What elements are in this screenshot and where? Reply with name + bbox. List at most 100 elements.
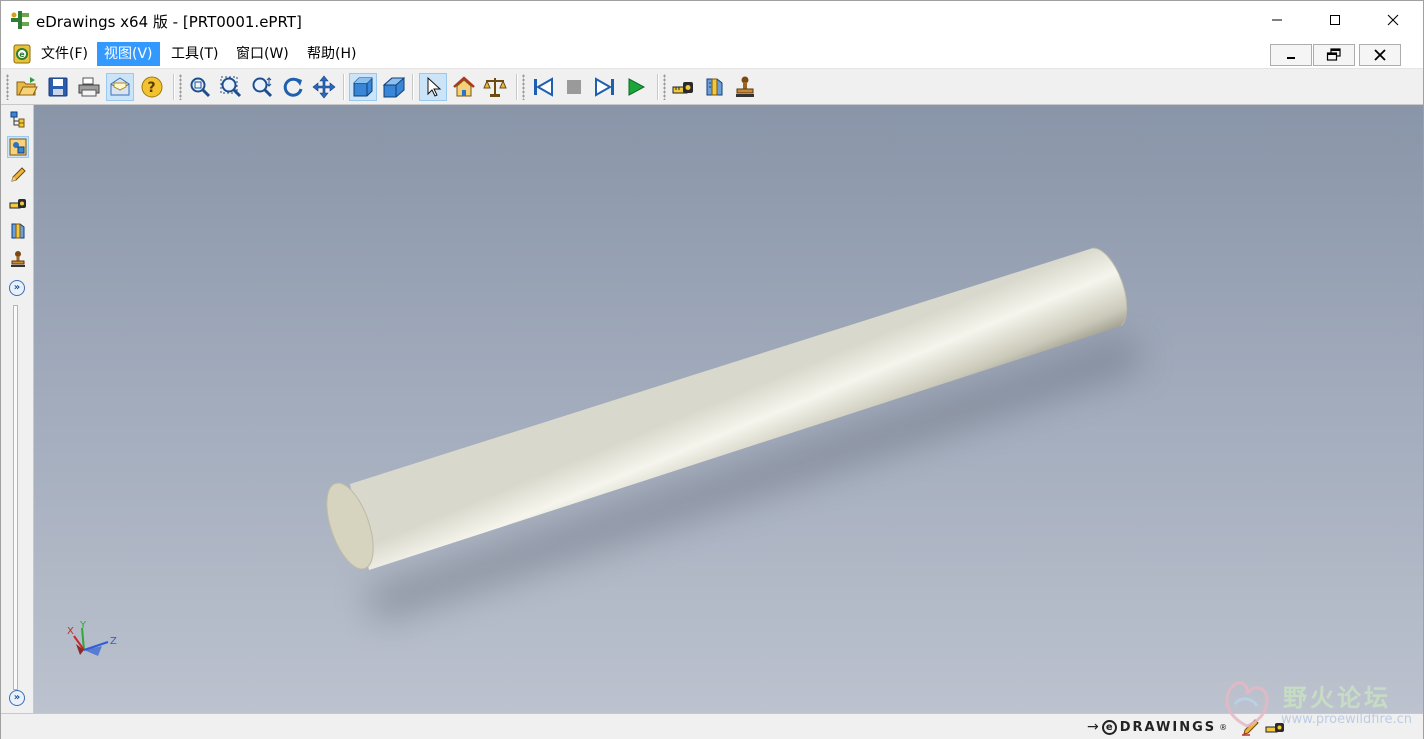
balance-icon [483,78,507,97]
left-tool-panel: » » [1,105,34,713]
stop-button[interactable] [560,73,588,101]
brand-e: e [1101,719,1117,735]
measure-icon [9,199,26,209]
y-axis-label: Y [79,620,87,631]
perspective-button[interactable] [380,73,408,101]
toolbar-grip[interactable] [179,74,182,100]
send-mail-icon [110,77,130,96]
markup-button[interactable] [7,164,29,186]
pan-icon [312,75,336,99]
expand-panel-bottom-button[interactable]: » [9,690,25,706]
markup-pencil-icon [11,167,26,182]
section-button[interactable] [700,73,728,101]
next-icon [595,77,614,97]
cylinder-model[interactable] [34,105,1423,713]
watermark-url: www.proewildfire.cn [1281,712,1412,727]
stop-icon [567,80,581,94]
menu-view[interactable]: 视图(V) [97,42,160,66]
document-icon[interactable]: e [11,43,33,65]
play-icon [628,78,646,96]
select-button[interactable] [419,73,447,101]
toolbar-separator [343,74,345,100]
home-icon [453,76,475,97]
svg-text:e: e [19,50,25,59]
document-minimize-button[interactable] [1270,44,1312,66]
maximize-icon [1330,15,1340,25]
main-toolbar: ? [1,70,1423,105]
shaded-button[interactable] [349,73,377,101]
open-icon [16,77,38,96]
menu-help[interactable]: 帮助(H) [300,42,363,66]
help-icon: ? [141,76,163,98]
help-button[interactable]: ? [138,73,166,101]
previous-button[interactable] [529,73,557,101]
print-button[interactable] [75,73,103,101]
toolbar-grip[interactable] [522,74,525,100]
section-tool-button[interactable] [7,220,29,242]
menu-tools[interactable]: 工具(T) [164,42,225,66]
forum-watermark: 野火论坛 www.proewildfire.cn [1215,674,1421,736]
toolbar-separator [657,74,659,100]
home-button[interactable] [450,73,478,101]
measure-tool-button[interactable] [7,192,29,214]
print-icon [78,77,100,97]
zoom-to-fit-button[interactable] [186,73,214,101]
stamp-tool-button[interactable] [7,248,29,270]
next-button[interactable] [591,73,619,101]
stamp-icon [11,251,25,267]
expand-panel-top-button[interactable]: » [9,280,25,296]
configurations-icon [9,138,27,156]
save-button[interactable] [44,73,72,101]
toolbar-grip[interactable] [663,74,666,100]
zoom-to-fit-icon [190,77,211,98]
zoom-to-area-icon [220,76,242,98]
minimize-icon [1287,57,1295,59]
title-bar[interactable]: eDrawings x64 版 - [PRT0001.ePRT] [1,1,1423,39]
send-mail-button[interactable] [106,73,134,101]
perspective-icon [382,77,406,98]
menu-bar: e 文件(F) 视图(V) 工具(T) 窗口(W) 帮助(H) [1,39,1423,69]
3d-viewport[interactable]: X Y Z [34,105,1423,713]
close-icon [1387,14,1399,26]
window-close-button[interactable] [1364,1,1422,39]
zoom-in-out-button[interactable] [248,73,276,101]
z-axis-label: Z [110,636,117,647]
measure-button[interactable] [669,73,697,101]
axis-triad: X Y Z [67,620,117,656]
status-bar: → e DRAWINGS ® [1,713,1423,739]
balance-button[interactable] [481,73,509,101]
components-button[interactable] [7,108,29,130]
rotate-button[interactable] [279,73,307,101]
window-minimize-button[interactable] [1248,1,1306,39]
open-button[interactable] [13,73,41,101]
pan-button[interactable] [310,73,338,101]
panel-splitter[interactable] [13,305,18,690]
toolbar-separator [412,74,414,100]
watermark-title: 野火论坛 [1283,684,1391,712]
flame-logo-icon [1225,681,1269,728]
play-button[interactable] [622,73,650,101]
configurations-button[interactable] [7,136,29,158]
menu-window[interactable]: 窗口(W) [229,42,296,66]
toolbar-separator [173,74,175,100]
window-maximize-button[interactable] [1306,1,1364,39]
section-icon [706,78,723,96]
document-restore-button[interactable] [1313,44,1355,66]
save-icon [48,77,68,97]
menu-file[interactable]: 文件(F) [34,42,95,66]
shaded-icon [353,77,373,97]
components-icon [10,111,25,128]
rotate-icon [283,77,303,97]
stamp-button[interactable] [731,73,759,101]
document-close-button[interactable] [1359,44,1401,66]
minimize-icon [1272,19,1282,21]
section-icon [11,223,25,239]
brand-arrow: → [1087,719,1099,735]
zoom-in-out-icon [252,77,273,98]
double-chevron-right-icon: » [13,282,21,293]
edrawings-window: eDrawings x64 版 - [PRT0001.ePRT] e 文件(F)… [0,0,1424,739]
toolbar-grip[interactable] [6,74,9,100]
select-icon [427,76,442,97]
stamp-icon [736,76,754,97]
zoom-to-area-button[interactable] [217,73,245,101]
